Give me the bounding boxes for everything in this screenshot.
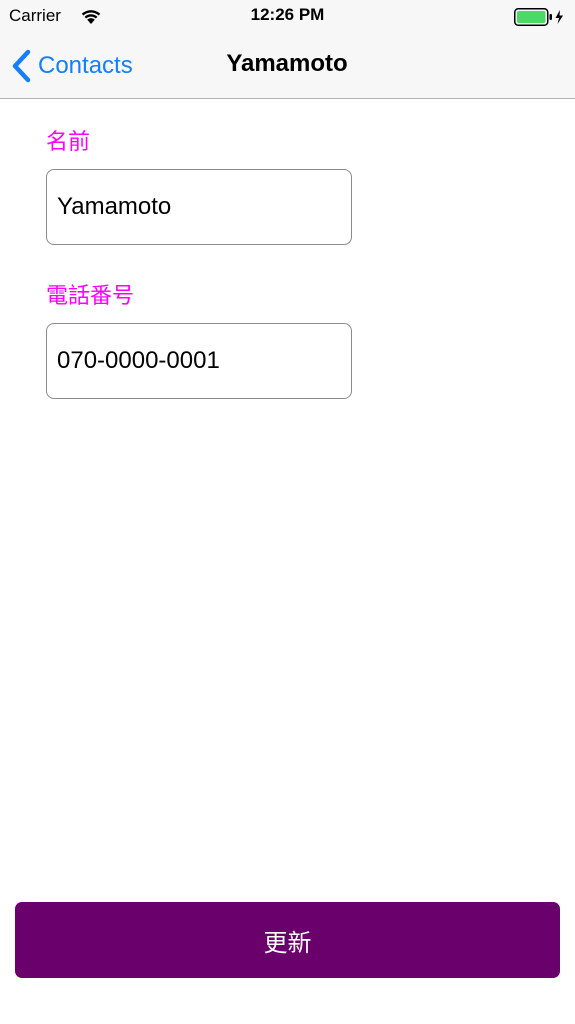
back-button-label: Contacts (38, 52, 133, 79)
battery-level-fill (517, 11, 546, 23)
navigation-bar: Contacts Yamamoto (0, 34, 575, 99)
update-button[interactable]: 更新 (15, 902, 560, 978)
phone-field[interactable] (46, 323, 352, 399)
status-bar: Carrier 12:26 PM (0, 0, 575, 34)
battery-charging-icon (514, 8, 563, 26)
status-time: 12:26 PM (250, 5, 325, 24)
phone-label: 電話番号 (46, 284, 135, 309)
chevron-left-icon (12, 49, 31, 83)
name-field[interactable] (46, 169, 352, 245)
contact-detail-screen: Carrier 12:26 PM Contacts Yamamoto 名前 電話… (0, 0, 575, 1024)
back-button[interactable]: Contacts (10, 48, 133, 84)
name-label: 名前 (46, 130, 91, 155)
page-title: Yamamoto (226, 50, 348, 77)
